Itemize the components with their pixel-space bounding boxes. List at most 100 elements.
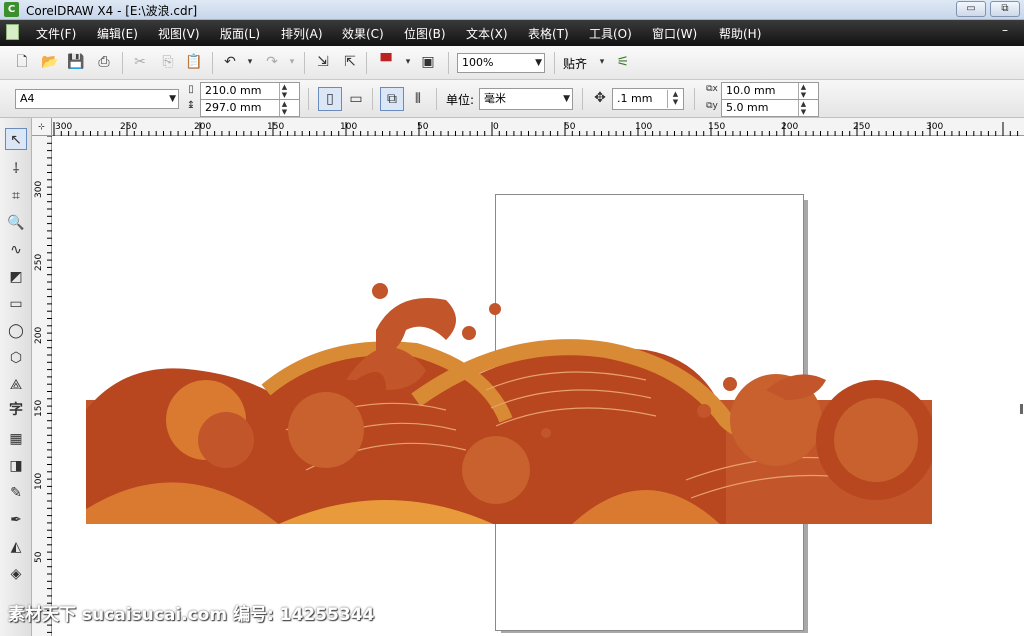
duplicate-y-value: 5.0 mm (726, 101, 769, 114)
paste-icon[interactable]: 📋 (184, 52, 204, 72)
wave-curl (462, 436, 530, 504)
text-tool-icon[interactable]: 字 (5, 399, 27, 421)
units-select[interactable]: 毫米 ▼ (479, 88, 573, 110)
open-icon[interactable]: 📂 (40, 52, 60, 72)
menu-file[interactable]: 文件(F) (36, 25, 76, 42)
menu-text[interactable]: 文本(X) (466, 25, 508, 42)
menu-bar: 文件(F) 编辑(E) 视图(V) 版面(L) 排列(A) 效果(C) 位图(B… (0, 20, 1024, 46)
menu-tools[interactable]: 工具(O) (589, 25, 632, 42)
wave-curl (198, 412, 254, 468)
basic-shapes-tool-icon[interactable]: ⟁ (5, 374, 27, 396)
crop-tool-icon[interactable]: ⌗ (5, 185, 27, 207)
menubar-minimize-icon[interactable]: – (1002, 23, 1008, 37)
separator (366, 52, 367, 74)
wave-artwork[interactable] (86, 280, 932, 526)
minimize-button[interactable]: ▭ (956, 1, 986, 17)
portrait-button[interactable]: ▯ (318, 87, 342, 111)
page-height-field[interactable]: 297.0 mm ▲ ▼ (200, 99, 300, 117)
chevron-down-icon: ▼ (563, 94, 570, 104)
interactive-blend-tool-icon[interactable]: ◨ (5, 455, 27, 477)
current-page-button[interactable]: ⫴ (408, 89, 428, 109)
duplicate-y-field[interactable]: 5.0 mm ▲ ▼ (721, 99, 819, 117)
horizontal-ruler[interactable]: 300 250 200 150 100 50 0 50 100 150 200 … (52, 118, 1024, 136)
print-icon[interactable]: ⎙ (94, 52, 114, 72)
menu-view[interactable]: 视图(V) (158, 25, 200, 42)
launcher-dropdown-icon[interactable]: ▾ (398, 52, 418, 72)
landscape-button[interactable]: ▭ (346, 89, 366, 109)
separator (212, 52, 213, 74)
freehand-tool-icon[interactable]: ∿ (5, 239, 27, 261)
scroll-indicator[interactable] (1020, 404, 1023, 414)
document-icon[interactable] (6, 24, 19, 40)
ellipse-tool-icon[interactable]: ◯ (5, 320, 27, 342)
import-icon[interactable]: ⇲ (313, 52, 333, 72)
separator (554, 52, 555, 74)
export-icon[interactable]: ⇱ (340, 52, 360, 72)
ruler-label: 100 (340, 122, 358, 132)
menu-window[interactable]: 窗口(W) (652, 25, 697, 42)
restore-button[interactable]: ⧉ (990, 1, 1020, 17)
undo-icon[interactable]: ↶ (220, 52, 240, 72)
separator (436, 88, 437, 110)
pick-tool-icon[interactable]: ↖ (5, 128, 27, 150)
zoom-level-select[interactable]: 100% ▼ (457, 53, 545, 73)
zoom-tool-icon[interactable]: 🔍 (5, 212, 27, 234)
window-title: CorelDRAW X4 - [E:\波浪.cdr] (26, 4, 198, 18)
menu-layout[interactable]: 版面(L) (220, 25, 260, 42)
spray-drop (372, 283, 388, 299)
nudge-spin-icon[interactable]: ▲ ▼ (667, 90, 683, 108)
cut-icon[interactable]: ✂ (130, 52, 150, 72)
menu-edit[interactable]: 编辑(E) (97, 25, 138, 42)
nudge-distance-value: .1 mm (617, 92, 653, 105)
copy-icon[interactable]: ⎘ (158, 52, 178, 72)
vertical-ruler[interactable]: 300 250 200 150 100 50 (32, 136, 52, 636)
duplicate-x-field[interactable]: 10.0 mm ▲ ▼ (721, 82, 819, 100)
spray-drop (462, 326, 476, 340)
redo-icon[interactable]: ↷ (262, 52, 282, 72)
duplicate-y-icon: ⧉y (706, 101, 718, 111)
page-width-icon: ▯ (188, 84, 194, 95)
ruler-label: 300 (926, 122, 944, 132)
menu-arrange[interactable]: 排列(A) (281, 25, 323, 42)
options-icon[interactable]: ⚟ (613, 52, 633, 72)
minimize-icon: ▭ (966, 3, 976, 14)
spin-icon[interactable]: ▲ ▼ (798, 83, 808, 99)
welcome-screen-icon[interactable]: ▣ (418, 52, 438, 72)
separator (372, 88, 373, 110)
menu-table[interactable]: 表格(T) (528, 25, 569, 42)
shape-tool-icon[interactable]: ⸸ (5, 158, 27, 180)
save-icon[interactable]: 💾 (66, 52, 86, 72)
spin-icon[interactable]: ▲ ▼ (798, 100, 808, 116)
chevron-down-icon: ▼ (169, 94, 176, 104)
spray-drop (541, 428, 551, 438)
eyedropper-tool-icon[interactable]: ✎ (5, 482, 27, 504)
all-pages-button[interactable]: ⧉ (380, 87, 404, 111)
ruler-origin-corner[interactable]: ⊹ (32, 118, 52, 136)
snap-dropdown-icon[interactable]: ▾ (592, 52, 612, 72)
fill-tool-icon[interactable]: ◭ (5, 536, 27, 558)
menu-help[interactable]: 帮助(H) (719, 25, 761, 42)
spin-up-icon[interactable]: ▲ ▼ (279, 83, 289, 99)
table-tool-icon[interactable]: ▦ (5, 428, 27, 450)
rectangle-tool-icon[interactable]: ▭ (5, 293, 27, 315)
page-width-field[interactable]: 210.0 mm ▲ ▼ (200, 82, 300, 100)
polygon-tool-icon[interactable]: ⬡ (5, 347, 27, 369)
nudge-distance-field[interactable]: .1 mm ▲ ▼ (612, 88, 684, 110)
coreldraw-app-icon[interactable]: C (4, 2, 19, 17)
application-launcher-icon[interactable]: ▀ (376, 52, 396, 72)
ruler-label: 50 (417, 122, 429, 132)
separator (304, 52, 305, 74)
undo-dropdown-icon[interactable]: ▾ (240, 52, 260, 72)
outline-tool-icon[interactable]: ✒ (5, 509, 27, 531)
smart-fill-tool-icon[interactable]: ◩ (5, 266, 27, 288)
snap-to-label[interactable]: 贴齐 (563, 55, 587, 72)
spin-down-icon[interactable]: ▲ ▼ (279, 100, 289, 116)
zoom-level-value: 100% (462, 56, 494, 69)
ruler-label: 0 (493, 122, 499, 132)
redo-dropdown-icon[interactable]: ▾ (282, 52, 302, 72)
menu-bitmaps[interactable]: 位图(B) (404, 25, 446, 42)
menu-effects[interactable]: 效果(C) (342, 25, 384, 42)
paper-size-select[interactable]: A4 ▼ (15, 89, 179, 109)
interactive-fill-tool-icon[interactable]: ◈ (5, 563, 27, 585)
new-document-icon[interactable]: 🗋 (12, 52, 32, 72)
